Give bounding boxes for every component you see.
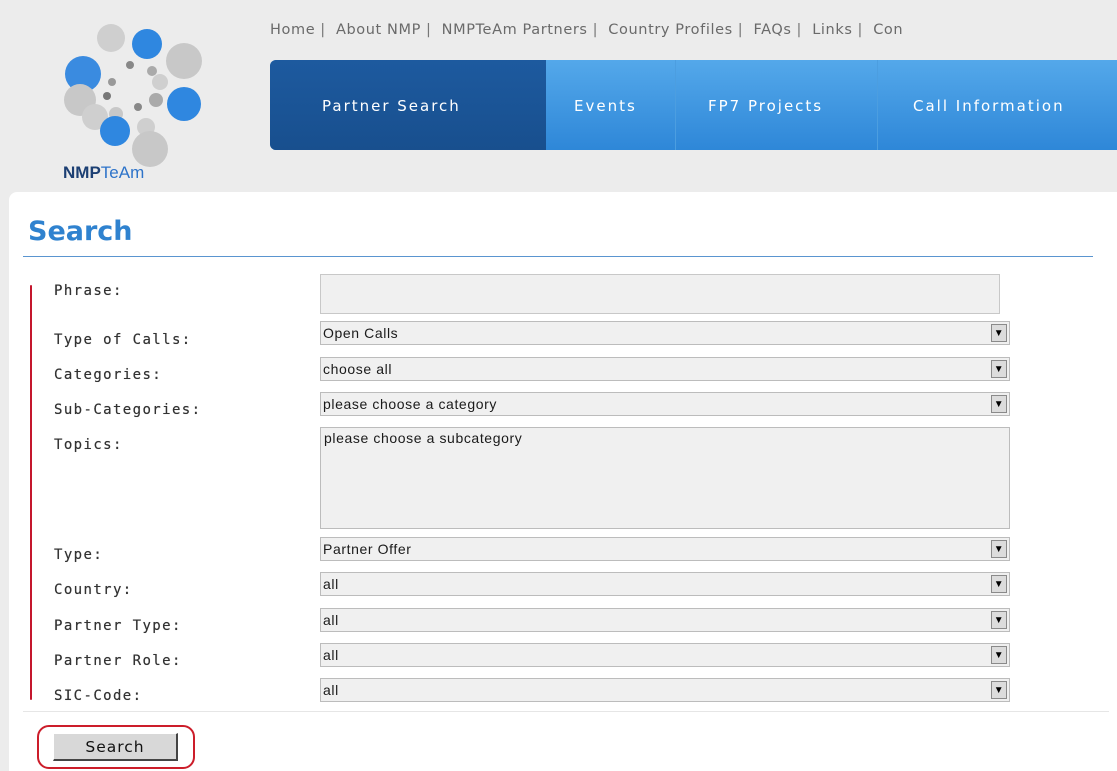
- highlight-marker: [30, 285, 32, 700]
- top-links: Home | About NMP | NMPTeAm Partners | Count…: [270, 22, 904, 38]
- triangle-down-icon[interactable]: ▼: [991, 646, 1007, 664]
- country-label: Country:: [54, 582, 133, 598]
- triangle-down-icon[interactable]: ▼: [991, 360, 1007, 378]
- triangle-down-icon[interactable]: ▼: [991, 540, 1007, 558]
- logo-wordmark: NMPTeAm: [63, 163, 145, 182]
- categories-label: Categories:: [54, 367, 163, 383]
- top-link-faqs[interactable]: FAQs: [753, 22, 791, 38]
- categories-select[interactable]: choose all ▼: [320, 357, 1010, 381]
- type-label: Type:: [54, 547, 104, 563]
- type-of-calls-select[interactable]: Open Calls ▼: [320, 321, 1010, 345]
- top-link-links[interactable]: Links: [812, 22, 852, 38]
- tab-partner-search[interactable]: Partner Search: [270, 60, 546, 150]
- search-panel: Search Phrase: Type of Calls: Open Calls…: [9, 192, 1117, 771]
- topics-label: Topics:: [54, 437, 123, 453]
- partner-type-label: Partner Type:: [54, 618, 182, 634]
- top-link-about[interactable]: About NMP: [336, 22, 421, 38]
- triangle-down-icon[interactable]: ▼: [991, 575, 1007, 593]
- type-of-calls-value: Open Calls: [323, 325, 399, 341]
- type-value: Partner Offer: [323, 541, 412, 557]
- sic-code-label: SIC-Code:: [54, 688, 143, 704]
- top-link-country-profiles[interactable]: Country Profiles: [608, 22, 732, 38]
- tab-fp7-projects[interactable]: FP7 Projects: [678, 60, 878, 150]
- triangle-down-icon[interactable]: ▼: [991, 681, 1007, 699]
- triangle-down-icon[interactable]: ▼: [991, 611, 1007, 629]
- partner-role-value: all: [323, 647, 339, 663]
- subcategories-value: please choose a category: [323, 396, 497, 412]
- title-divider: [23, 256, 1093, 257]
- top-link-partners[interactable]: NMPTeAm Partners: [442, 22, 588, 38]
- partner-role-select[interactable]: all ▼: [320, 643, 1010, 667]
- partner-type-select[interactable]: all ▼: [320, 608, 1010, 632]
- search-button[interactable]: Search: [53, 733, 178, 761]
- phrase-input[interactable]: [320, 274, 1000, 314]
- page-title: Search: [28, 216, 133, 247]
- categories-value: choose all: [323, 361, 393, 377]
- topics-listbox[interactable]: please choose a subcategory: [320, 427, 1010, 529]
- sic-code-value: all: [323, 682, 339, 698]
- top-link-home[interactable]: Home: [270, 22, 315, 38]
- partner-role-label: Partner Role:: [54, 653, 182, 669]
- phrase-label: Phrase:: [54, 283, 123, 299]
- partner-type-value: all: [323, 612, 339, 628]
- type-select[interactable]: Partner Offer ▼: [320, 537, 1010, 561]
- tab-call-information[interactable]: Call Information: [880, 60, 1117, 150]
- tab-events[interactable]: Events: [546, 60, 676, 150]
- country-value: all: [323, 576, 339, 592]
- sic-code-select[interactable]: all ▼: [320, 678, 1010, 702]
- subcategories-select[interactable]: please choose a category ▼: [320, 392, 1010, 416]
- top-link-contact[interactable]: Con: [873, 22, 903, 38]
- main-nav: Partner Search Events FP7 Projects Call …: [270, 60, 1117, 150]
- triangle-down-icon[interactable]: ▼: [991, 324, 1007, 342]
- subcategories-label: Sub-Categories:: [54, 402, 202, 418]
- form-divider: [23, 711, 1109, 712]
- country-select[interactable]: all ▼: [320, 572, 1010, 596]
- triangle-down-icon[interactable]: ▼: [991, 395, 1007, 413]
- type-of-calls-label: Type of Calls:: [54, 332, 192, 348]
